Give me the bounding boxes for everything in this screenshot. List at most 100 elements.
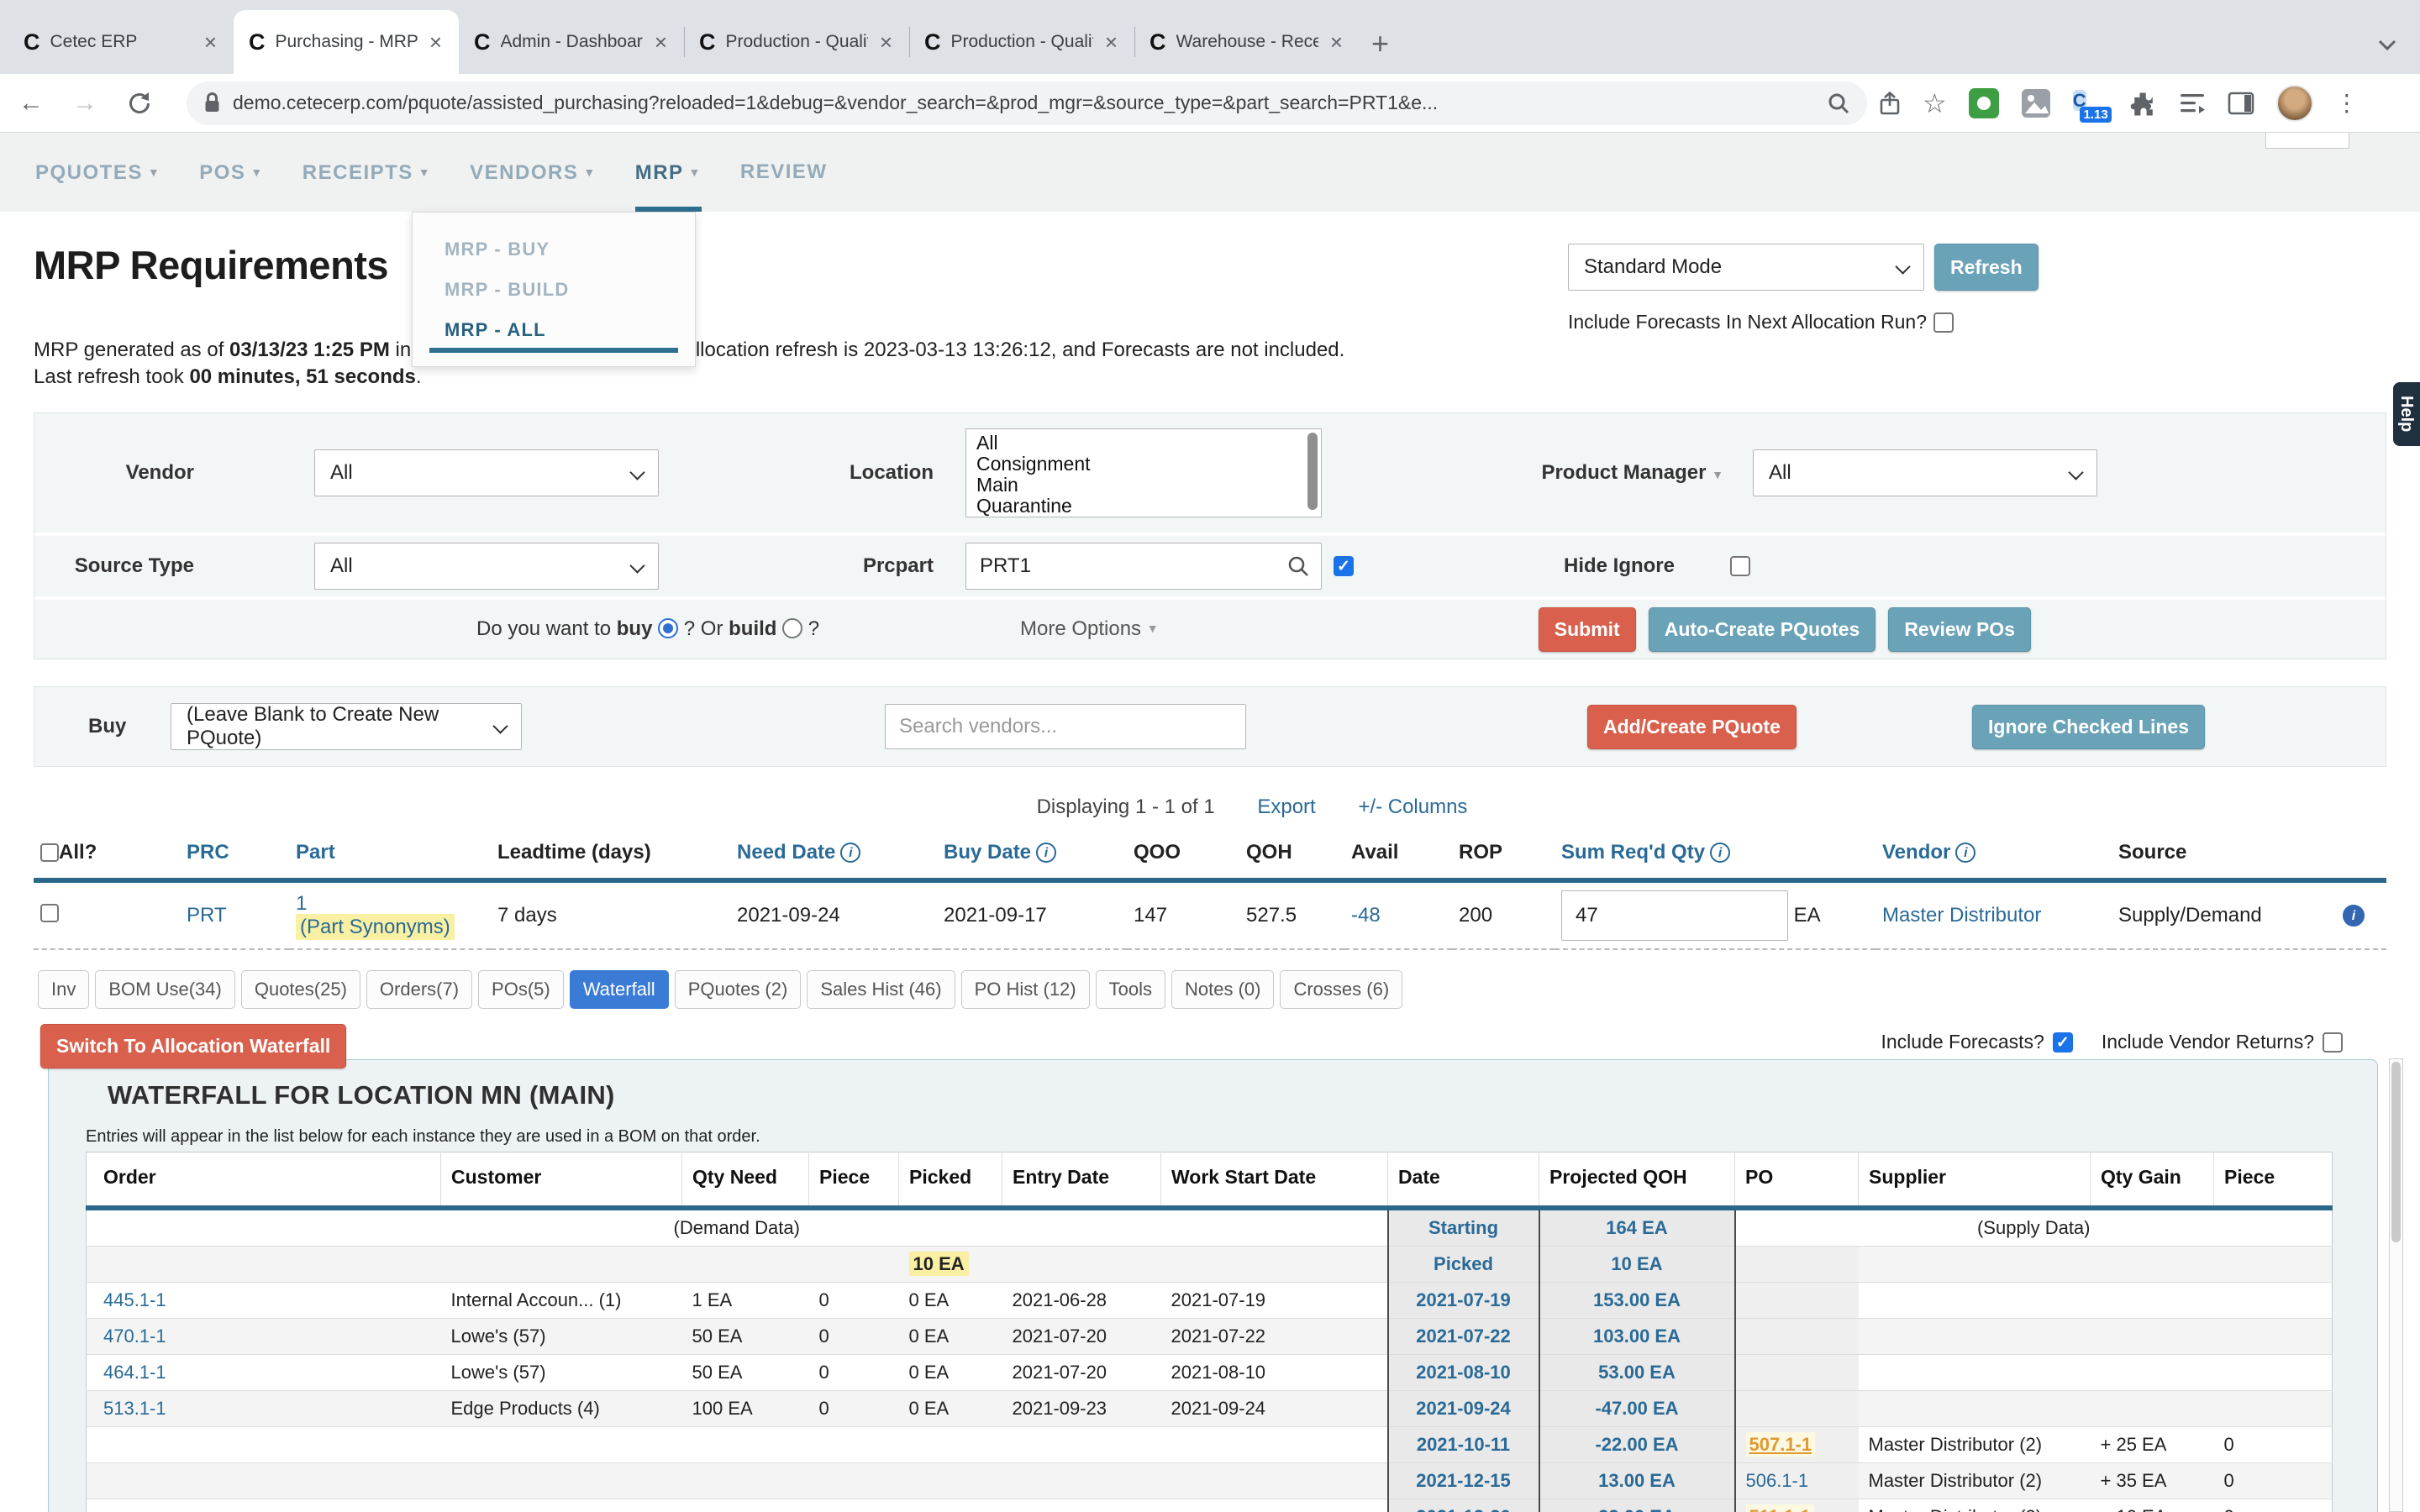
bookmark-star-icon[interactable]: ☆ bbox=[1923, 90, 1947, 117]
export-link[interactable]: Export bbox=[1257, 795, 1315, 818]
side-panel-icon[interactable] bbox=[2228, 92, 2254, 115]
col-prc[interactable]: PRC bbox=[180, 831, 289, 880]
tab-quotes[interactable]: Quotes(25) bbox=[241, 970, 360, 1009]
profile-avatar[interactable] bbox=[2276, 85, 2313, 122]
tab-pos[interactable]: POs(5) bbox=[478, 970, 564, 1009]
prcpart-input[interactable] bbox=[965, 543, 1322, 590]
scrollbar-thumb[interactable] bbox=[1307, 433, 1318, 510]
po-link[interactable]: 511.1-1 bbox=[1746, 1504, 1814, 1512]
new-tab-button[interactable]: + bbox=[1371, 29, 1389, 59]
columns-toggle-link[interactable]: +/- Columns bbox=[1358, 795, 1467, 818]
source-type-select[interactable]: All bbox=[314, 543, 659, 590]
part-synonyms-link[interactable]: (Part Synonyms) bbox=[296, 914, 455, 940]
browser-tab[interactable]: C Production - Quality × bbox=[909, 10, 1134, 74]
help-tab[interactable]: Help bbox=[2393, 382, 2420, 446]
browser-tab[interactable]: C Admin - Dashboards × bbox=[459, 10, 684, 74]
tab-inv[interactable]: Inv bbox=[38, 970, 89, 1009]
vendor-select[interactable]: All bbox=[314, 449, 659, 496]
include-vendor-returns-checkbox[interactable] bbox=[2323, 1032, 2343, 1053]
tab-pquotes[interactable]: PQuotes (2) bbox=[675, 970, 802, 1009]
forward-icon[interactable]: → bbox=[72, 91, 97, 116]
browser-tab[interactable]: C Production - Quality × bbox=[684, 10, 909, 74]
extension-icon-image[interactable] bbox=[2021, 88, 2051, 118]
build-radio[interactable] bbox=[782, 618, 802, 638]
avail-link[interactable]: -48 bbox=[1351, 904, 1381, 927]
browser-tab-active[interactable]: C Purchasing - MRP × bbox=[234, 10, 459, 74]
nav-receipts[interactable]: RECEIPTS▼ bbox=[302, 133, 431, 212]
hide-ignore-checkbox[interactable] bbox=[1730, 556, 1750, 576]
zoom-magnifier-icon[interactable] bbox=[1827, 92, 1850, 115]
include-forecasts-checkbox[interactable]: ✓ bbox=[2053, 1032, 2073, 1053]
location-option[interactable]: Main bbox=[976, 475, 1301, 496]
order-link[interactable]: 445.1-1 bbox=[103, 1289, 166, 1310]
extension-icon-green[interactable] bbox=[1969, 88, 1999, 118]
nav-vendors[interactable]: VENDORS▼ bbox=[470, 133, 597, 212]
reading-list-icon[interactable] bbox=[2179, 92, 2206, 115]
vendor-link[interactable]: Master Distributor bbox=[1882, 904, 2041, 927]
order-link[interactable]: 470.1-1 bbox=[103, 1326, 166, 1347]
mode-select[interactable]: Standard Mode bbox=[1568, 244, 1924, 291]
info-icon[interactable]: i bbox=[1036, 843, 1056, 863]
col-sum-req-qty[interactable]: Sum Req'd Qtyi bbox=[1555, 831, 1876, 880]
wf-date[interactable]: 2021-07-22 bbox=[1388, 1319, 1539, 1355]
sum-req-qty-input[interactable] bbox=[1561, 890, 1788, 941]
forecasts-checkbox[interactable] bbox=[1933, 312, 1954, 333]
info-icon[interactable]: i bbox=[1710, 843, 1730, 863]
tab-po-hist[interactable]: PO Hist (12) bbox=[961, 970, 1090, 1009]
tab-tools[interactable]: Tools bbox=[1096, 970, 1165, 1009]
wf-date[interactable]: 2021-09-24 bbox=[1388, 1391, 1539, 1427]
info-icon[interactable]: i bbox=[1955, 843, 1975, 863]
wf-date[interactable]: 2021-07-19 bbox=[1388, 1283, 1539, 1319]
menu-item-mrp-buy[interactable]: MRP - BUY bbox=[413, 229, 695, 270]
wf-date[interactable]: 2021-08-10 bbox=[1388, 1355, 1539, 1391]
tab-close-icon[interactable]: × bbox=[428, 29, 444, 55]
browser-menu-icon[interactable]: ⋮ bbox=[2335, 89, 2359, 117]
col-part[interactable]: Part bbox=[289, 831, 491, 880]
nav-review[interactable]: REVIEW bbox=[740, 133, 828, 212]
browser-tab[interactable]: C Cetec ERP × bbox=[8, 10, 234, 74]
prc-link[interactable]: PRT bbox=[187, 904, 227, 927]
extensions-puzzle-icon[interactable] bbox=[2128, 89, 2157, 118]
share-icon[interactable] bbox=[1879, 91, 1901, 116]
menu-item-mrp-build[interactable]: MRP - BUILD bbox=[413, 270, 695, 310]
review-pos-button[interactable]: Review POs bbox=[1888, 607, 2031, 652]
info-icon[interactable]: i bbox=[840, 843, 860, 863]
address-bar[interactable]: demo.cetecerp.com/pquote/assisted_purcha… bbox=[187, 81, 1867, 125]
ignore-checked-lines-button[interactable]: Ignore Checked Lines bbox=[1972, 705, 2205, 749]
submit-button[interactable]: Submit bbox=[1539, 607, 1636, 652]
po-link[interactable]: 507.1-1 bbox=[1746, 1432, 1816, 1457]
back-icon[interactable]: ← bbox=[18, 91, 44, 116]
auto-create-pquotes-button[interactable]: Auto-Create PQuotes bbox=[1649, 607, 1876, 652]
tab-bom-use[interactable]: BOM Use(34) bbox=[95, 970, 234, 1009]
content-scrollbar[interactable] bbox=[2389, 1058, 2403, 1512]
location-listbox[interactable]: All Consignment Main Quarantine bbox=[965, 428, 1322, 517]
po-link[interactable]: 506.1-1 bbox=[1746, 1470, 1809, 1491]
tab-crosses[interactable]: Crosses (6) bbox=[1280, 970, 1402, 1009]
tab-orders[interactable]: Orders(7) bbox=[366, 970, 472, 1009]
nav-pquotes[interactable]: PQUOTES▼ bbox=[35, 133, 160, 212]
prcpart-exact-checkbox[interactable]: ✓ bbox=[1334, 556, 1354, 576]
add-create-pquote-button[interactable]: Add/Create PQuote bbox=[1587, 705, 1797, 749]
tab-close-icon[interactable]: × bbox=[653, 29, 669, 55]
location-option[interactable]: Consignment bbox=[976, 454, 1301, 475]
buy-radio[interactable] bbox=[658, 618, 678, 638]
wf-date[interactable]: 2021-10-11 bbox=[1388, 1427, 1539, 1463]
tab-close-icon[interactable]: × bbox=[203, 29, 218, 55]
row-info-icon[interactable]: i bbox=[2343, 905, 2365, 927]
pquote-select[interactable]: (Leave Blank to Create New PQuote) bbox=[171, 703, 522, 750]
nav-mrp[interactable]: MRP▼ bbox=[635, 133, 702, 212]
location-option[interactable]: All bbox=[976, 433, 1301, 454]
order-link[interactable]: 464.1-1 bbox=[103, 1362, 166, 1383]
col-need-date[interactable]: Need Datei bbox=[730, 831, 937, 880]
col-buy-date[interactable]: Buy Datei bbox=[937, 831, 1127, 880]
location-option[interactable]: Quarantine bbox=[976, 496, 1301, 517]
tab-close-icon[interactable]: × bbox=[1103, 29, 1119, 55]
tab-notes[interactable]: Notes (0) bbox=[1171, 970, 1274, 1009]
nav-pos[interactable]: POS▼ bbox=[199, 133, 264, 212]
lock-icon[interactable] bbox=[203, 92, 221, 114]
tab-close-icon[interactable]: × bbox=[878, 29, 894, 55]
vendor-search-input[interactable] bbox=[885, 704, 1246, 749]
wf-date[interactable]: 2021-12-15 bbox=[1388, 1463, 1539, 1499]
tab-close-icon[interactable]: × bbox=[1328, 29, 1344, 55]
tab-waterfall[interactable]: Waterfall bbox=[570, 970, 669, 1009]
